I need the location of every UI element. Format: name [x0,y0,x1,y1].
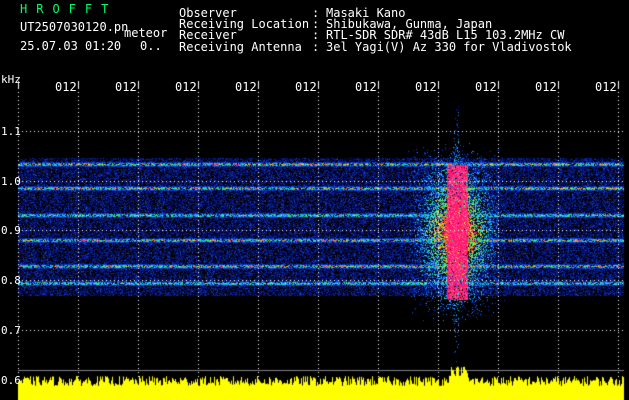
freq-tick-label: 0.6 [1,374,21,387]
app-title: HROFFT [20,2,118,16]
colon: : [312,40,320,54]
frequency-unit-label: kHz [1,73,21,86]
antenna-label: Receiving Antenna [179,40,302,54]
time-tick-label: 012 [115,80,137,94]
freq-tick-label: 0.7 [1,324,21,337]
freq-tick-label: 1.1 [1,125,21,138]
time-tick-label: 012 [295,80,317,94]
time-tick-label: 012 [55,80,77,94]
freq-tick-label: 1.0 [1,175,21,188]
antenna-value: 3el Yagi(V) Az 330 for Vladivostok [326,40,572,54]
time-tick-label: 012 [235,80,257,94]
time-tick-label: 012 [475,80,497,94]
time-tick-label: 012 [535,80,557,94]
freq-tick-label: 0.9 [1,224,21,237]
time-tick-label: 012 [415,80,437,94]
timestamp: 25.07.03 01:20 [20,39,122,53]
freq-tick-label: 0.8 [1,274,21,287]
file-type-label: meteor [124,26,168,40]
time-tick-label: 012 [355,80,377,94]
time-tick-label: 012 [175,80,197,94]
event-count: 0.. [140,39,162,53]
hrofft-window: HROFFT UT2507030120.pn meteor 25.07.03 0… [0,0,629,400]
spectrogram-display [0,0,629,400]
file-name: UT2507030120.pn [20,20,129,34]
time-tick-label: 012 [595,80,617,94]
